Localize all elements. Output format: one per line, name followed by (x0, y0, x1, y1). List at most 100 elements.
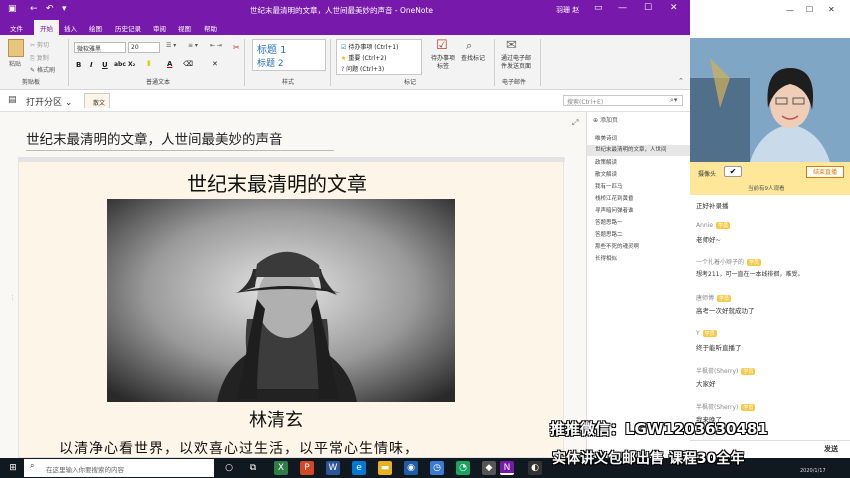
powerpoint-icon[interactable]: P (300, 461, 314, 475)
wechat-icon[interactable]: ◔ (456, 461, 470, 475)
tab-file[interactable]: 文件 (10, 23, 23, 33)
tab-insert[interactable]: 插入 (64, 23, 77, 33)
page-title[interactable]: 世纪末最清明的文章，人世间最美妙的声音 (26, 128, 283, 148)
expand-icon[interactable]: ⤢ (572, 118, 578, 128)
bullets-icon[interactable]: ☰ ▾ (166, 42, 176, 49)
page-item[interactable]: 长得相似 (595, 254, 617, 262)
page-item[interactable]: 唯美诗词 (595, 134, 617, 142)
camera-toggle[interactable]: ✔ (724, 166, 742, 177)
subscript-button[interactable]: X₂ (128, 61, 135, 68)
minimize-icon[interactable]: — (618, 3, 627, 13)
tab-home[interactable]: 开始 (34, 20, 59, 35)
send-button[interactable]: 发送 (824, 444, 838, 454)
tab-review[interactable]: 审阅 (153, 23, 166, 33)
collapse-ribbon-icon[interactable]: ⌃ (678, 77, 684, 85)
page-item[interactable]: 答题思路一 (595, 218, 623, 226)
add-page-button[interactable]: ⊕ 添加页 (593, 115, 618, 124)
email-page-button[interactable]: 通过电子邮 件发送页面 (496, 55, 536, 71)
search-icon[interactable]: ⌕▾ (670, 96, 677, 105)
maximize-icon[interactable]: ☐ (644, 3, 652, 13)
note-container[interactable]: 世纪末最清明的文章 林清玄 以清净心看世界，以欢喜心过生活，以平常心生情味， (18, 157, 565, 458)
page-handle-icon[interactable]: ⋮ (9, 294, 16, 302)
close-icon[interactable]: ✕ (670, 3, 678, 13)
tags-gallery[interactable]: ☑ 待办事项 (Ctrl+1) ★ 重要 (Ctrl+2) ? 问题 (Ctrl… (336, 39, 422, 75)
maximize-icon[interactable]: ☐ (806, 5, 813, 14)
task-view-icon[interactable]: ⧉ (246, 461, 260, 475)
attach-icon[interactable]: ✂ (233, 43, 240, 52)
app-icon[interactable]: ◆ (482, 461, 496, 475)
author-photo[interactable] (107, 199, 455, 402)
notebook-icon[interactable]: ▤ (8, 95, 17, 105)
undo-icon[interactable]: ↶ (46, 4, 54, 14)
styles-gallery[interactable]: 标题 1 标题 2 (252, 39, 326, 71)
italic-button[interactable]: I (90, 61, 93, 69)
underline-button[interactable]: U (102, 61, 108, 69)
font-color-button[interactable]: A (167, 60, 172, 68)
container-drag-handle[interactable] (19, 158, 565, 162)
clear-format-button[interactable]: ⌫ (183, 60, 193, 68)
folder-icon[interactable]: ▬ (378, 461, 392, 475)
todo-tag-icon[interactable]: ☑ (436, 38, 448, 53)
page-item-selected[interactable]: 世纪末最清明的文章，人世间 (587, 145, 691, 156)
windows-start-icon[interactable]: ⊞ (6, 461, 20, 475)
search-input[interactable]: 搜索(Ctrl+E) ⌕▾ (563, 95, 683, 106)
strikethrough-button[interactable]: abc (114, 61, 126, 68)
onenote-taskbar-icon[interactable]: N (500, 461, 514, 475)
page-item[interactable]: 政策解读 (595, 158, 617, 166)
ie-icon[interactable]: e (352, 461, 366, 475)
excel-icon[interactable]: X (274, 461, 288, 475)
page-item[interactable]: 散文解读 (595, 170, 617, 178)
style-heading1[interactable]: 标题 1 (257, 41, 287, 56)
page-item[interactable]: 答题思路二 (595, 230, 623, 238)
tab-draw[interactable]: 绘图 (89, 23, 102, 33)
paste-icon[interactable] (8, 39, 24, 57)
chat-message: 大家好 (696, 380, 716, 388)
qq-icon[interactable]: ◉ (404, 461, 418, 475)
format-painter-button[interactable]: ✎ 格式刷 (30, 65, 55, 74)
app-icon[interactable]: ◐ (528, 461, 542, 475)
find-tags-button[interactable]: 查找标记 (458, 55, 488, 63)
font-size-combo[interactable]: 20 (128, 42, 160, 53)
clear-all-icon[interactable]: ✕ (212, 60, 218, 68)
find-tags-icon[interactable]: ⌕ (466, 39, 472, 53)
cut-button[interactable]: ✂ 剪切 (30, 40, 49, 49)
bold-button[interactable]: B (76, 61, 81, 69)
paste-button[interactable]: 粘贴 (9, 59, 21, 68)
section-tab-sanwen[interactable]: 散文 (84, 93, 110, 108)
todo-tag-button[interactable]: 待办事项 标签 (428, 55, 458, 71)
style-heading2[interactable]: 标题 2 (257, 56, 284, 69)
page-item[interactable]: 寻声暗问弹者谁 (595, 206, 634, 214)
tag-todo[interactable]: ☑ 待办事项 (Ctrl+1) (341, 42, 398, 51)
tab-view[interactable]: 视图 (178, 23, 191, 33)
ribbon-display-icon[interactable]: ▭ (594, 3, 603, 13)
copy-button[interactable]: ⎘ 复制 (30, 53, 49, 63)
font-name-combo[interactable]: 微软雅黑 (74, 42, 126, 53)
taskbar-search-box[interactable]: ⌕ 在这里输入你要搜索的内容 (24, 459, 214, 477)
tab-history[interactable]: 历史记录 (115, 23, 141, 33)
clock-app-icon[interactable]: ◷ (430, 461, 444, 475)
indent-icon[interactable]: ⇤ ⇥ (210, 42, 222, 49)
tab-help[interactable]: 帮助 (204, 23, 217, 33)
page-item[interactable]: 栈桥江花到黄昏 (595, 194, 634, 202)
camera-video[interactable] (690, 38, 850, 162)
end-live-button[interactable]: 结束直播 (806, 166, 844, 178)
author-name[interactable]: 林清玄 (249, 406, 303, 432)
tag-question[interactable]: ? 问题 (Ctrl+3) (341, 64, 384, 73)
page-item[interactable]: 那些不死的魂灵啊 (595, 242, 639, 250)
numbering-icon[interactable]: ≡ ▾ (188, 42, 198, 49)
quote-line[interactable]: 以清净心看世界，以欢喜心过生活，以平常心生情味， (59, 438, 419, 458)
word-icon[interactable]: W (326, 461, 340, 475)
close-icon[interactable]: ✕ (828, 5, 835, 14)
title-underline (26, 150, 334, 151)
user-name[interactable]: 羽珊 赵 (556, 5, 579, 15)
back-icon[interactable]: ← (30, 4, 38, 14)
cortana-icon[interactable]: ○ (222, 461, 236, 475)
open-section-button[interactable]: 打开分区 ⌄ (26, 95, 72, 108)
note-heading[interactable]: 世纪末最清明的文章 (187, 168, 367, 197)
page-item[interactable]: 我有一匹马 (595, 182, 623, 190)
minimize-icon[interactable]: — (786, 6, 794, 15)
customize-icon[interactable]: ▾ (62, 4, 67, 14)
email-icon[interactable]: ✉ (506, 38, 517, 53)
highlight-icon[interactable]: ▮ (147, 59, 151, 67)
tag-important[interactable]: ★ 重要 (Ctrl+2) (341, 53, 386, 62)
